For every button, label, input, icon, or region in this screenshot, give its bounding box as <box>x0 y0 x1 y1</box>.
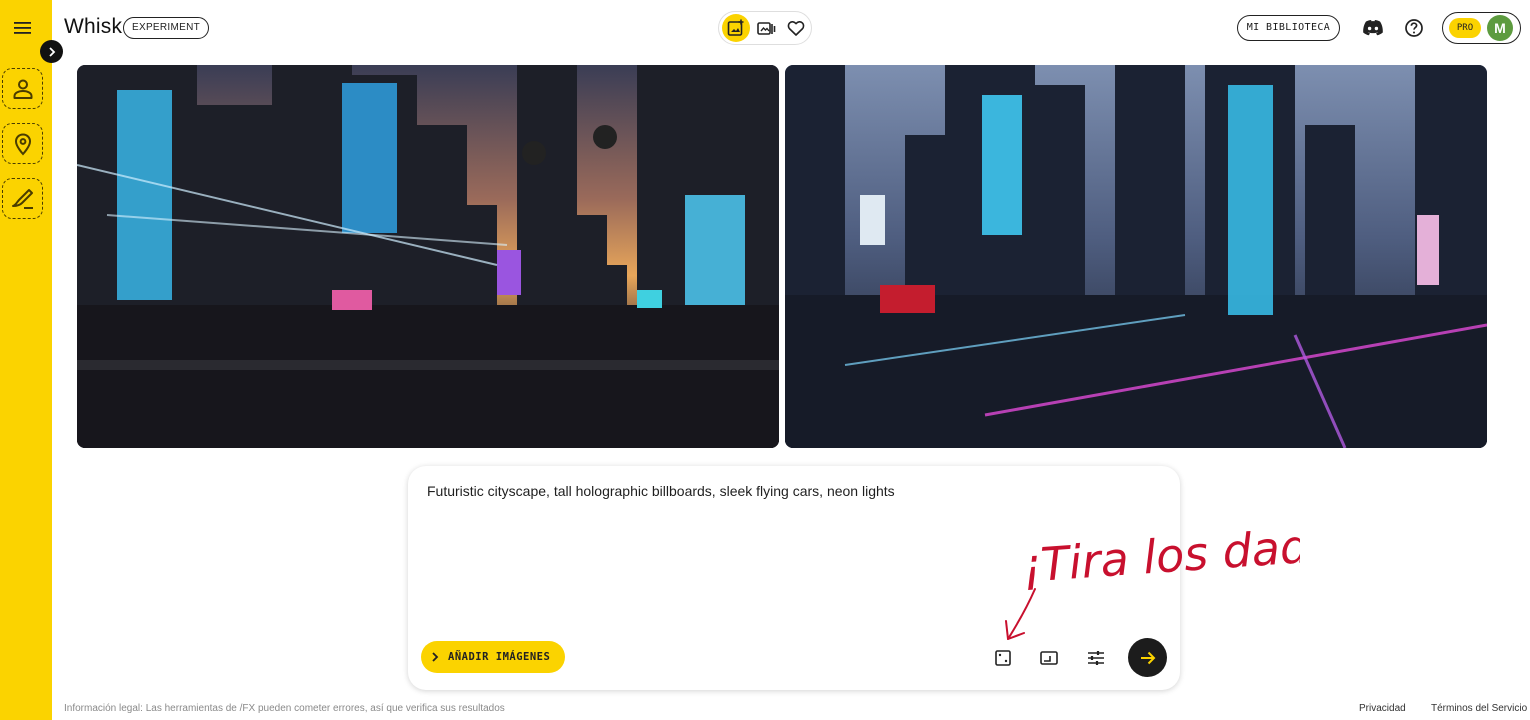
terms-link[interactable]: Términos del Servicio <box>1431 703 1527 714</box>
sidebar <box>0 0 52 720</box>
generate-tab-button[interactable] <box>722 14 750 42</box>
discord-button[interactable] <box>1361 16 1385 40</box>
settings-button[interactable] <box>1084 646 1108 670</box>
sliders-icon <box>1088 651 1104 665</box>
chevron-right-icon <box>431 652 439 662</box>
menu-icon[interactable] <box>11 16 35 40</box>
pro-badge: PRO <box>1449 18 1481 38</box>
chevron-right-icon <box>48 46 55 57</box>
aspect-ratio-icon <box>1040 651 1058 665</box>
my-library-button[interactable]: MI BIBLIOTECA <box>1237 15 1340 41</box>
account-button[interactable]: PRO M <box>1442 12 1521 44</box>
heart-icon <box>787 21 805 36</box>
experiment-badge: EXPERIMENT <box>123 17 210 39</box>
send-button[interactable] <box>1128 638 1167 677</box>
prompt-card: Futuristic cityscape, tall holographic b… <box>408 466 1180 690</box>
history-icon <box>757 22 776 35</box>
discord-icon <box>1363 20 1383 36</box>
favorites-button[interactable] <box>782 14 810 42</box>
scene-tool-button[interactable] <box>2 123 43 164</box>
app-title: Whisk <box>64 15 123 38</box>
legal-notice: Información legal: Las herramientas de /… <box>64 703 505 714</box>
style-tool-button[interactable] <box>2 178 43 219</box>
privacy-link[interactable]: Privacidad <box>1359 703 1406 714</box>
image-add-icon <box>727 19 744 36</box>
aspect-ratio-button[interactable] <box>1037 646 1061 670</box>
person-icon <box>13 79 32 99</box>
subject-tool-button[interactable] <box>2 68 43 109</box>
result-image-1[interactable] <box>77 65 779 448</box>
expand-sidebar-button[interactable] <box>40 40 63 63</box>
result-image-2[interactable] <box>785 65 1487 448</box>
help-icon <box>1405 19 1423 37</box>
dice-icon <box>995 650 1011 666</box>
arrow-right-icon <box>1140 651 1155 664</box>
center-toolbar <box>718 11 812 45</box>
add-images-label: AÑADIR IMÁGENES <box>448 651 551 663</box>
history-button[interactable] <box>752 14 780 42</box>
add-images-button[interactable]: AÑADIR IMÁGENES <box>421 641 565 673</box>
random-prompt-button[interactable] <box>991 646 1015 670</box>
whisk-app: Whisk EXPERIMENT MI BIBLIOTECA PRO M Fut… <box>0 0 1530 720</box>
prompt-input[interactable]: Futuristic cityscape, tall holographic b… <box>427 483 1127 499</box>
brush-icon <box>11 188 33 209</box>
location-pin-icon <box>14 132 31 155</box>
avatar: M <box>1487 15 1513 41</box>
help-button[interactable] <box>1402 16 1426 40</box>
